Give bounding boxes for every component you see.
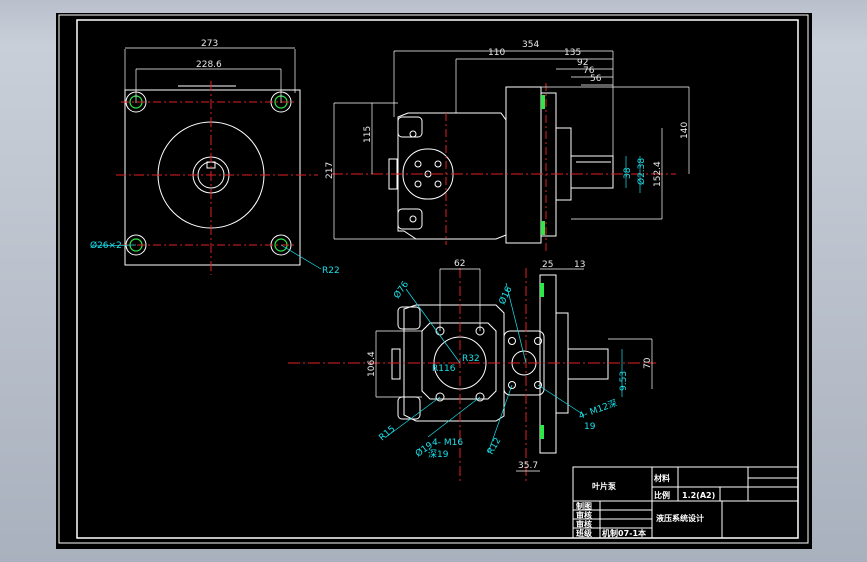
bottom-shaft — [567, 348, 609, 380]
dim-217: 217 — [325, 162, 335, 179]
tb-scale-label: 比例 — [654, 490, 670, 500]
label-r12: R12 — [486, 436, 504, 456]
label-r15: R15 — [378, 424, 398, 443]
inlet-flange — [421, 322, 497, 400]
label-r32: R32 — [462, 354, 480, 364]
tb-scale-value: 1.2(A2) — [682, 491, 715, 500]
inner-border — [76, 19, 799, 539]
dim-9-53: 9.53 — [619, 371, 629, 391]
dim-56: 56 — [590, 74, 602, 84]
tb-row-2: 审核 — [576, 519, 592, 529]
leader — [405, 288, 461, 364]
dim-2-38: Ø2.38 — [636, 158, 647, 185]
dim-273: 273 — [201, 39, 218, 49]
tb-row-0: 制图 — [576, 501, 592, 511]
dim-228-6: 228.6 — [196, 60, 222, 70]
bottom-view: 62 25 13 106.4 70 9.53 35.7 Ø76 R116 R32… — [288, 259, 656, 483]
boss-hole — [409, 130, 417, 138]
dim-135: 135 — [564, 48, 581, 58]
port-bolt — [414, 160, 422, 168]
port-bolt — [434, 180, 442, 188]
radius-r22: R22 — [322, 266, 340, 276]
title-block: 叶片泵 材料 比例 1.2(A2) 制图 审核 审核 班级 机制07-1本 液压… — [572, 466, 799, 539]
engineering-drawing: 273 228.6 Ø26×2 R22 354 110 135 92 76 56… — [58, 14, 809, 544]
outer-border — [58, 14, 809, 544]
side-view: 354 110 135 92 76 56 115 217 140 38 Ø2.3… — [325, 40, 690, 253]
dim-354: 354 — [522, 40, 539, 50]
cad-viewport[interactable]: 273 228.6 Ø26×2 R22 354 110 135 92 76 56… — [56, 13, 812, 549]
dim-152-4: 152.4 — [653, 161, 663, 187]
dim-25: 25 — [542, 260, 553, 270]
boss-bottom — [397, 396, 421, 420]
tb-row-1: 审核 — [576, 510, 592, 520]
dim-13: 13 — [574, 260, 585, 270]
dim-106-4: 106.4 — [367, 351, 377, 377]
port-bolt — [434, 160, 442, 168]
boss-top — [397, 306, 421, 330]
outlet-bolt — [508, 337, 516, 345]
flange-screw — [541, 221, 545, 235]
dim-62: 62 — [454, 259, 465, 269]
tb-project-title: 液压系统设计 — [656, 513, 704, 523]
dim-70: 70 — [643, 357, 653, 369]
port-bolt — [414, 180, 422, 188]
label-m16: 4- M16 — [432, 438, 463, 448]
tb-material-label: 材料 — [654, 473, 670, 483]
dim-35-7: 35.7 — [518, 461, 538, 471]
label-depth19: 深19 — [428, 449, 449, 460]
label-m12: 4- M12深 — [577, 398, 618, 422]
hole-callout: Ø26×2 — [90, 240, 122, 251]
pump-body-outline — [397, 112, 507, 240]
tb-class-value: 机制07-1本 — [602, 528, 646, 538]
boss-hole — [409, 215, 417, 223]
label-m12-depth: 19 — [584, 422, 596, 432]
mounting-flange — [505, 86, 542, 244]
shaft-collar — [555, 127, 572, 201]
port-stub — [391, 348, 401, 380]
flange-plate — [540, 92, 557, 237]
dim-38: 38 — [623, 167, 633, 179]
flange-screw — [540, 283, 544, 297]
label-76: Ø76 — [391, 279, 411, 301]
tb-part-name: 叶片泵 — [592, 481, 616, 491]
flange-screw — [540, 425, 544, 439]
front-view: 273 228.6 Ø26×2 R22 — [90, 39, 340, 276]
dim-110: 110 — [488, 48, 505, 58]
label-r116: R116 — [432, 364, 456, 374]
flange-screw — [541, 95, 545, 109]
leader — [537, 384, 585, 416]
leader — [427, 396, 481, 438]
tb-row-3: 班级 — [576, 528, 593, 538]
dim-140: 140 — [680, 122, 690, 139]
dim-115: 115 — [363, 126, 373, 143]
shaft — [570, 155, 614, 189]
label-16: Ø16 — [497, 285, 515, 307]
